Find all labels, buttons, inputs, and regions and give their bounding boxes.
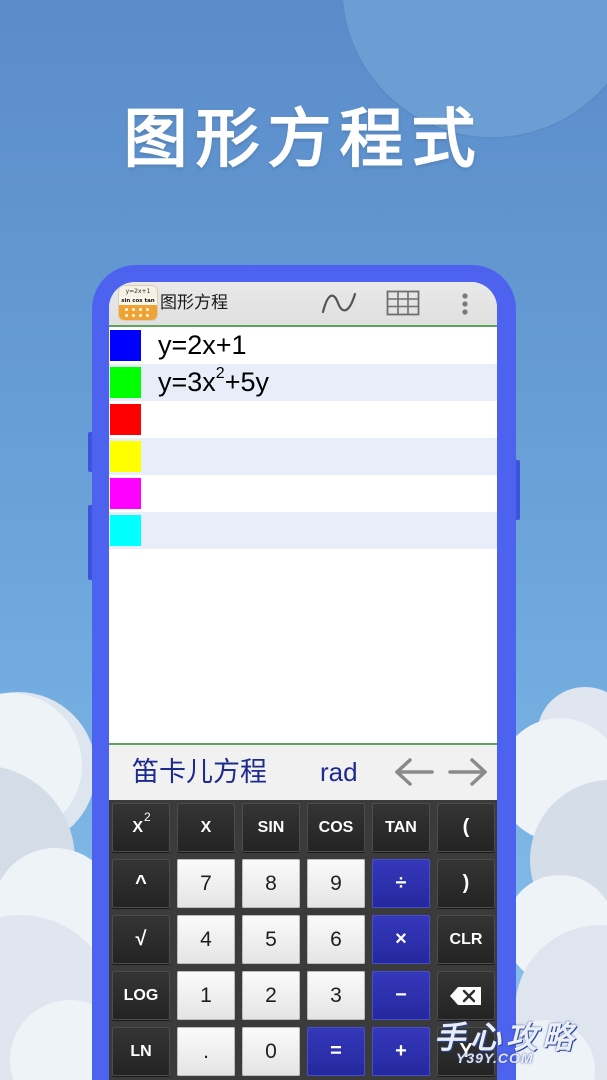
key-power[interactable]: ^ [112, 859, 170, 908]
key-tan[interactable]: TAN [372, 803, 430, 852]
key-label: 5 [265, 927, 277, 951]
app-title: 图形方程 [160, 293, 228, 313]
key-cos[interactable]: COS [307, 803, 365, 852]
key-label: ^ [135, 872, 147, 894]
phone-frame: y=2x+1 sin cos tan 图形方程 y=2x+1 y=3x2+5y … [92, 265, 516, 1080]
key-label: ) [462, 872, 470, 894]
key-superscript: 2 [143, 809, 151, 824]
key-label: SIN [257, 818, 285, 836]
app-bar: y=2x+1 sin cos tan 图形方程 [109, 282, 497, 325]
key-4[interactable]: 4 [177, 915, 235, 964]
key-label: 6 [330, 927, 342, 951]
right-arrow-icon[interactable] [448, 757, 490, 787]
key-5[interactable]: 5 [242, 915, 300, 964]
key-clear[interactable]: CLR [437, 915, 495, 964]
app-screen: y=2x+1 sin cos tan 图形方程 y=2x+1 y=3x2+5y … [109, 282, 497, 1080]
key-x-squared[interactable]: X2 [112, 803, 170, 852]
key-label: 1 [200, 983, 212, 1007]
key-equals[interactable]: = [307, 1027, 365, 1076]
key-label: X [200, 818, 212, 836]
key-label: LN [130, 1042, 152, 1060]
equation-list: y=2x+1 y=3x2+5y [109, 327, 497, 549]
key-label: = [330, 1040, 342, 1062]
key-minus[interactable]: − [372, 971, 430, 1020]
equation-color-swatch[interactable] [110, 330, 141, 361]
key-6[interactable]: 6 [307, 915, 365, 964]
key-3[interactable]: 3 [307, 971, 365, 1020]
key-label: 4 [200, 927, 212, 951]
key-label: X [132, 818, 143, 836]
key-label: + [395, 1040, 407, 1062]
equation-main: y=3x [158, 367, 216, 397]
watermark: 手心攻略 Y39Y.COM [434, 1012, 594, 1072]
app-logo-text: y=2x+1 [125, 288, 151, 295]
equation-row[interactable]: y=2x+1 [109, 327, 497, 364]
key-sin[interactable]: SIN [242, 803, 300, 852]
watermark-url: Y39Y.COM [456, 1050, 534, 1066]
key-label: 3 [330, 983, 342, 1007]
equation-row[interactable] [109, 401, 497, 438]
left-arrow-icon[interactable] [392, 757, 434, 787]
key-label: − [395, 984, 407, 1006]
key-label: × [395, 928, 407, 950]
key-sqrt[interactable]: √ [112, 915, 170, 964]
equation-text: y=2x+1 [158, 327, 247, 364]
equation-row[interactable] [109, 512, 497, 549]
key-label: . [203, 1039, 209, 1063]
key-label: LOG [123, 986, 159, 1004]
key-decimal[interactable]: . [177, 1027, 235, 1076]
equation-color-swatch[interactable] [110, 478, 141, 509]
equation-main: y=2x+1 [158, 330, 247, 360]
equation-color-swatch[interactable] [110, 404, 141, 435]
key-multiply[interactable]: × [372, 915, 430, 964]
key-2[interactable]: 2 [242, 971, 300, 1020]
key-label: CLR [449, 930, 483, 948]
app-logo-icon: y=2x+1 sin cos tan [119, 286, 157, 320]
app-logo-keypad [119, 305, 157, 320]
key-9[interactable]: 9 [307, 859, 365, 908]
equation-color-swatch[interactable] [110, 367, 141, 398]
key-7[interactable]: 7 [177, 859, 235, 908]
key-label: 7 [200, 871, 212, 895]
key-divide[interactable]: ÷ [372, 859, 430, 908]
backspace-icon [450, 986, 481, 1005]
equation-color-swatch[interactable] [110, 515, 141, 546]
key-label: 9 [330, 871, 342, 895]
equation-tail: +5y [224, 367, 269, 397]
key-ln[interactable]: LN [112, 1027, 170, 1076]
key-label: ( [462, 816, 470, 838]
equation-color-swatch[interactable] [110, 441, 141, 472]
promo-title: 图形方程式 [123, 103, 484, 177]
angle-unit-toggle[interactable]: rad [320, 745, 358, 800]
key-log[interactable]: LOG [112, 971, 170, 1020]
equation-type-selector[interactable]: 笛卡儿方程 [132, 745, 267, 800]
key-plus[interactable]: + [372, 1027, 430, 1076]
graph-wave-icon[interactable] [321, 291, 357, 315]
key-open-paren[interactable]: ( [437, 803, 495, 852]
app-logo-text: sin cos tan [119, 297, 157, 305]
key-label: 0 [265, 1039, 277, 1063]
equation-row[interactable] [109, 475, 497, 512]
equation-exponent: 2 [215, 365, 225, 382]
key-label: 2 [265, 983, 277, 1007]
key-close-paren[interactable]: ) [437, 859, 495, 908]
equation-row[interactable] [109, 438, 497, 475]
equation-text: y=3x2+5y [158, 364, 269, 401]
key-label: 8 [265, 871, 277, 895]
key-label: TAN [385, 818, 417, 836]
key-x[interactable]: X [177, 803, 235, 852]
table-grid-icon[interactable] [386, 290, 420, 316]
key-0[interactable]: 0 [242, 1027, 300, 1076]
key-label: COS [318, 818, 354, 836]
key-label: √ [135, 928, 147, 950]
equation-row[interactable]: y=3x2+5y [109, 364, 497, 401]
key-8[interactable]: 8 [242, 859, 300, 908]
key-1[interactable]: 1 [177, 971, 235, 1020]
mode-bar: 笛卡儿方程 rad [109, 745, 497, 800]
key-label: ÷ [395, 872, 407, 894]
more-vert-icon[interactable] [461, 292, 469, 316]
